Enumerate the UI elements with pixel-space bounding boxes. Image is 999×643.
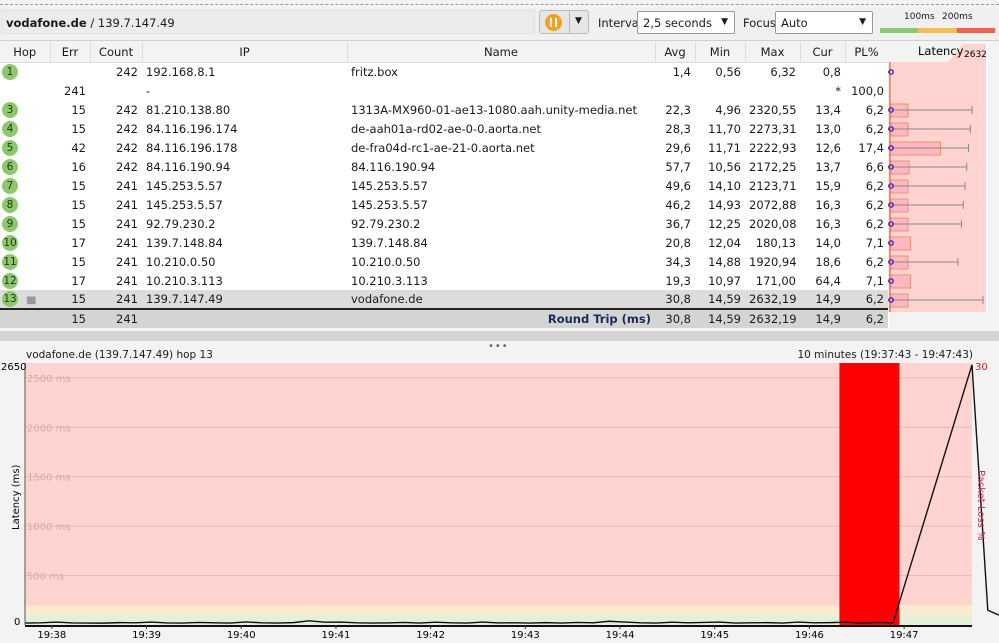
x-tick-label: 19:40: [227, 630, 256, 641]
x-tick-label: 19:43: [511, 630, 540, 641]
packet-loss-bar: [839, 363, 900, 625]
x-tick-label: 19:45: [700, 630, 729, 641]
y2-max-label: 30: [975, 362, 988, 373]
latency-band: [25, 363, 972, 606]
y-grid-label: 500 ms: [27, 572, 64, 583]
y-grid-label: 1500 ms: [27, 473, 71, 484]
x-tick-label: 19:39: [132, 630, 161, 641]
y-axis-label: Latency (ms): [11, 464, 22, 530]
x-tick-label: 19:44: [606, 630, 635, 641]
x-tick-label: 19:42: [416, 630, 445, 641]
latency-band: [25, 605, 972, 616]
x-tick-label: 19:46: [795, 630, 824, 641]
y-grid-label: 2000 ms: [27, 423, 71, 434]
y-grid-label: 2500 ms: [27, 374, 71, 385]
y-grid-label: 1000 ms: [27, 522, 71, 533]
y-max-label: 2650: [1, 362, 26, 373]
x-tick-label: 19:41: [322, 630, 351, 641]
y-zero-label: 0: [14, 617, 20, 628]
x-tick-label: 19:38: [37, 630, 66, 641]
y2-axis-label: Packet Loss %: [975, 470, 986, 541]
x-tick-label: 19:47: [890, 630, 919, 641]
latency-chart: 500 ms 1000 ms 1500 ms 2000 ms 2500 ms 19:38 1…: [1, 362, 999, 641]
